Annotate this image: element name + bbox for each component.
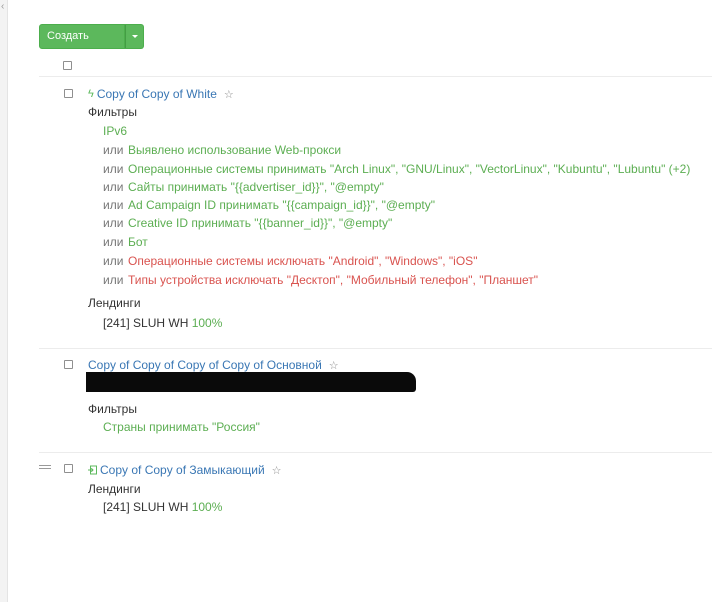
create-stream-button-group: Создать поток (39, 24, 144, 65)
stream-checkbox[interactable] (64, 464, 73, 473)
stream-title-row: Copy of Copy of Copy of Copy of Основной… (88, 358, 339, 372)
landing-item: [241] SLUH WH 100% (103, 500, 223, 514)
stream-title-row: ϟ Copy of Copy of White ☆ (88, 87, 234, 101)
filters-label: Фильтры (88, 105, 137, 119)
filter-item: или Типы устройства исключать "Десктоп", … (103, 273, 539, 287)
select-all-checkbox[interactable] (63, 61, 72, 70)
stream-title-row: Copy of Copy of Замыкающий ☆ (88, 463, 282, 477)
enter-icon (88, 465, 97, 475)
divider (39, 76, 712, 77)
landing-item: [241] SLUH WH 100% (103, 316, 223, 330)
landing-percent: 100% (191, 316, 223, 330)
star-icon[interactable]: ☆ (329, 359, 339, 372)
create-stream-dropdown-toggle[interactable] (125, 24, 144, 49)
filter-item: или Ad Campaign ID принимать "{{campaign_… (103, 198, 435, 212)
stream-title-link[interactable]: Copy of Copy of Copy of Copy of Основной (88, 358, 322, 372)
filter-item: или Выявлено использование Web-прокси (103, 143, 342, 157)
star-icon[interactable]: ☆ (224, 88, 234, 101)
landing-percent: 100% (191, 500, 223, 514)
bolt-icon: ϟ (88, 88, 94, 100)
stream-title-link[interactable]: Copy of Copy of White (97, 87, 217, 101)
divider (39, 348, 712, 349)
filters-label: Фильтры (88, 402, 137, 416)
filter-item: Страны принимать "Россия" (103, 420, 260, 434)
landings-label: Лендинги (88, 296, 141, 310)
redacted-block (86, 372, 416, 392)
stream-title-link[interactable]: Copy of Copy of Замыкающий (100, 463, 265, 477)
filter-item: или Сайты принимать "{{advertiser_id}}", … (103, 180, 384, 194)
caret-down-icon (132, 35, 138, 38)
drag-handle-icon[interactable] (39, 465, 51, 471)
create-stream-button[interactable]: Создать поток (39, 24, 125, 65)
divider (39, 452, 712, 453)
filter-item: или Операционные системы исключать "Andro… (103, 254, 478, 268)
filter-item: IPv6 (103, 124, 128, 138)
chevron-left-icon[interactable]: ‹ (1, 2, 4, 12)
stream-checkbox[interactable] (64, 89, 73, 98)
filter-item: или Бот (103, 235, 148, 249)
side-panel-edge: ‹ (0, 0, 8, 602)
star-icon[interactable]: ☆ (272, 464, 282, 477)
filter-item: или Creative ID принимать "{{banner_id}}"… (103, 216, 393, 230)
stream-checkbox[interactable] (64, 360, 73, 369)
filter-item: или Операционные системы принимать "Arch … (103, 162, 691, 176)
landings-label: Лендинги (88, 482, 141, 496)
